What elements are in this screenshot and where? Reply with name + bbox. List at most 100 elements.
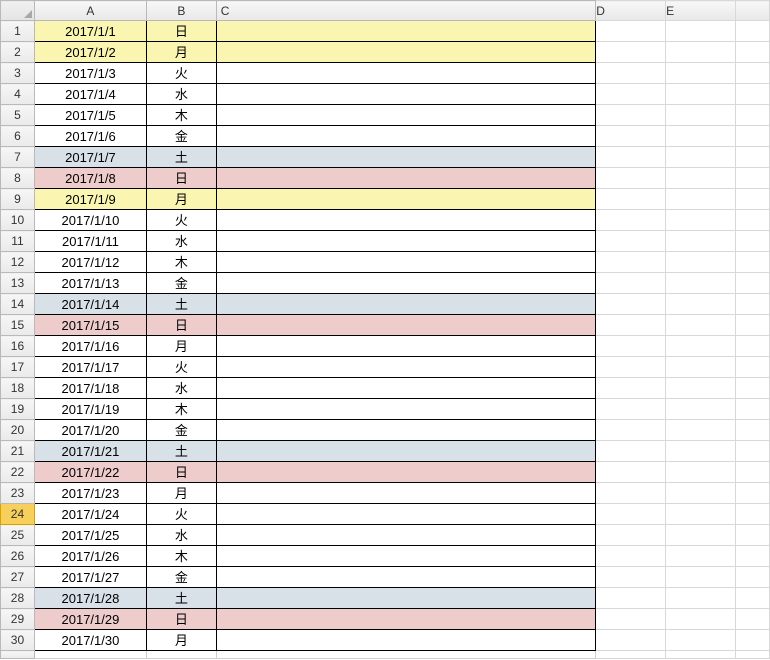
cell-empty[interactable] xyxy=(666,378,736,399)
cell-empty[interactable] xyxy=(736,525,770,546)
cell-note[interactable] xyxy=(216,609,595,630)
cell-date[interactable]: 2017/1/2 xyxy=(34,42,146,63)
cell-weekday[interactable]: 日 xyxy=(146,315,216,336)
cell-empty[interactable] xyxy=(666,630,736,651)
cell-empty[interactable] xyxy=(736,105,770,126)
cell-note[interactable] xyxy=(216,399,595,420)
cell-empty[interactable] xyxy=(596,252,666,273)
cell-weekday[interactable]: 水 xyxy=(146,231,216,252)
cell-empty[interactable] xyxy=(666,651,736,659)
cell-empty[interactable] xyxy=(146,651,216,659)
cell-empty[interactable] xyxy=(596,84,666,105)
cell-empty[interactable] xyxy=(666,63,736,84)
cell-empty[interactable] xyxy=(666,273,736,294)
row-header[interactable]: 13 xyxy=(1,273,35,294)
cell-date[interactable]: 2017/1/30 xyxy=(34,630,146,651)
row-header[interactable]: 6 xyxy=(1,126,35,147)
cell-weekday[interactable]: 木 xyxy=(146,105,216,126)
cell-note[interactable] xyxy=(216,210,595,231)
row-header[interactable] xyxy=(1,651,35,659)
cell-empty[interactable] xyxy=(736,126,770,147)
cell-note[interactable] xyxy=(216,63,595,84)
cell-empty[interactable] xyxy=(596,105,666,126)
cell-note[interactable] xyxy=(216,441,595,462)
cell-date[interactable]: 2017/1/11 xyxy=(34,231,146,252)
cell-weekday[interactable]: 日 xyxy=(146,462,216,483)
cell-date[interactable]: 2017/1/13 xyxy=(34,273,146,294)
cell-empty[interactable] xyxy=(666,252,736,273)
cell-date[interactable]: 2017/1/20 xyxy=(34,420,146,441)
cell-date[interactable]: 2017/1/5 xyxy=(34,105,146,126)
cell-weekday[interactable]: 土 xyxy=(146,441,216,462)
spreadsheet-grid[interactable]: A B C D E 12017/1/1日22017/1/2月32017/1/3火… xyxy=(0,0,770,659)
row-header[interactable]: 17 xyxy=(1,357,35,378)
col-header-D[interactable]: D xyxy=(596,1,666,21)
cell-weekday[interactable]: 火 xyxy=(146,63,216,84)
cell-empty[interactable] xyxy=(736,231,770,252)
cell-empty[interactable] xyxy=(596,378,666,399)
cell-date[interactable]: 2017/1/24 xyxy=(34,504,146,525)
cell-weekday[interactable]: 日 xyxy=(146,168,216,189)
cell-empty[interactable] xyxy=(596,126,666,147)
cell-empty[interactable] xyxy=(736,84,770,105)
cell-empty[interactable] xyxy=(596,231,666,252)
cell-empty[interactable] xyxy=(666,504,736,525)
cell-date[interactable]: 2017/1/1 xyxy=(34,21,146,42)
cell-weekday[interactable]: 金 xyxy=(146,567,216,588)
cell-weekday[interactable]: 月 xyxy=(146,483,216,504)
row-header[interactable]: 29 xyxy=(1,609,35,630)
cell-note[interactable] xyxy=(216,504,595,525)
cell-date[interactable]: 2017/1/9 xyxy=(34,189,146,210)
cell-weekday[interactable]: 木 xyxy=(146,399,216,420)
cell-empty[interactable] xyxy=(736,462,770,483)
cell-date[interactable]: 2017/1/19 xyxy=(34,399,146,420)
cell-date[interactable]: 2017/1/4 xyxy=(34,84,146,105)
cell-weekday[interactable]: 日 xyxy=(146,609,216,630)
row-header[interactable]: 19 xyxy=(1,399,35,420)
cell-empty[interactable] xyxy=(666,84,736,105)
cell-empty[interactable] xyxy=(736,357,770,378)
cell-empty[interactable] xyxy=(736,273,770,294)
cell-note[interactable] xyxy=(216,630,595,651)
cell-weekday[interactable]: 金 xyxy=(146,420,216,441)
cell-empty[interactable] xyxy=(736,588,770,609)
row-header[interactable]: 16 xyxy=(1,336,35,357)
cell-empty[interactable] xyxy=(596,21,666,42)
cell-weekday[interactable]: 金 xyxy=(146,126,216,147)
cell-empty[interactable] xyxy=(736,294,770,315)
cell-empty[interactable] xyxy=(736,21,770,42)
cell-note[interactable] xyxy=(216,126,595,147)
cell-empty[interactable] xyxy=(666,210,736,231)
cell-empty[interactable] xyxy=(596,546,666,567)
cell-date[interactable]: 2017/1/6 xyxy=(34,126,146,147)
cell-empty[interactable] xyxy=(736,546,770,567)
cell-date[interactable]: 2017/1/22 xyxy=(34,462,146,483)
row-header[interactable]: 10 xyxy=(1,210,35,231)
cell-empty[interactable] xyxy=(596,609,666,630)
cell-note[interactable] xyxy=(216,378,595,399)
cell-weekday[interactable]: 火 xyxy=(146,504,216,525)
cell-empty[interactable] xyxy=(736,651,770,659)
cell-weekday[interactable]: 木 xyxy=(146,252,216,273)
row-header[interactable]: 11 xyxy=(1,231,35,252)
cell-weekday[interactable]: 水 xyxy=(146,525,216,546)
row-header[interactable]: 4 xyxy=(1,84,35,105)
cell-empty[interactable] xyxy=(666,315,736,336)
cell-empty[interactable] xyxy=(596,567,666,588)
cell-empty[interactable] xyxy=(666,609,736,630)
row-header[interactable]: 23 xyxy=(1,483,35,504)
cell-note[interactable] xyxy=(216,546,595,567)
row-header[interactable]: 7 xyxy=(1,147,35,168)
cell-note[interactable] xyxy=(216,420,595,441)
cell-empty[interactable] xyxy=(596,441,666,462)
cell-date[interactable]: 2017/1/12 xyxy=(34,252,146,273)
cell-date[interactable]: 2017/1/21 xyxy=(34,441,146,462)
cell-empty[interactable] xyxy=(666,462,736,483)
cell-weekday[interactable]: 水 xyxy=(146,378,216,399)
row-header[interactable]: 20 xyxy=(1,420,35,441)
cell-note[interactable] xyxy=(216,273,595,294)
cell-note[interactable] xyxy=(216,21,595,42)
cell-empty[interactable] xyxy=(596,483,666,504)
cell-empty[interactable] xyxy=(666,21,736,42)
col-header-E[interactable]: E xyxy=(666,1,736,21)
